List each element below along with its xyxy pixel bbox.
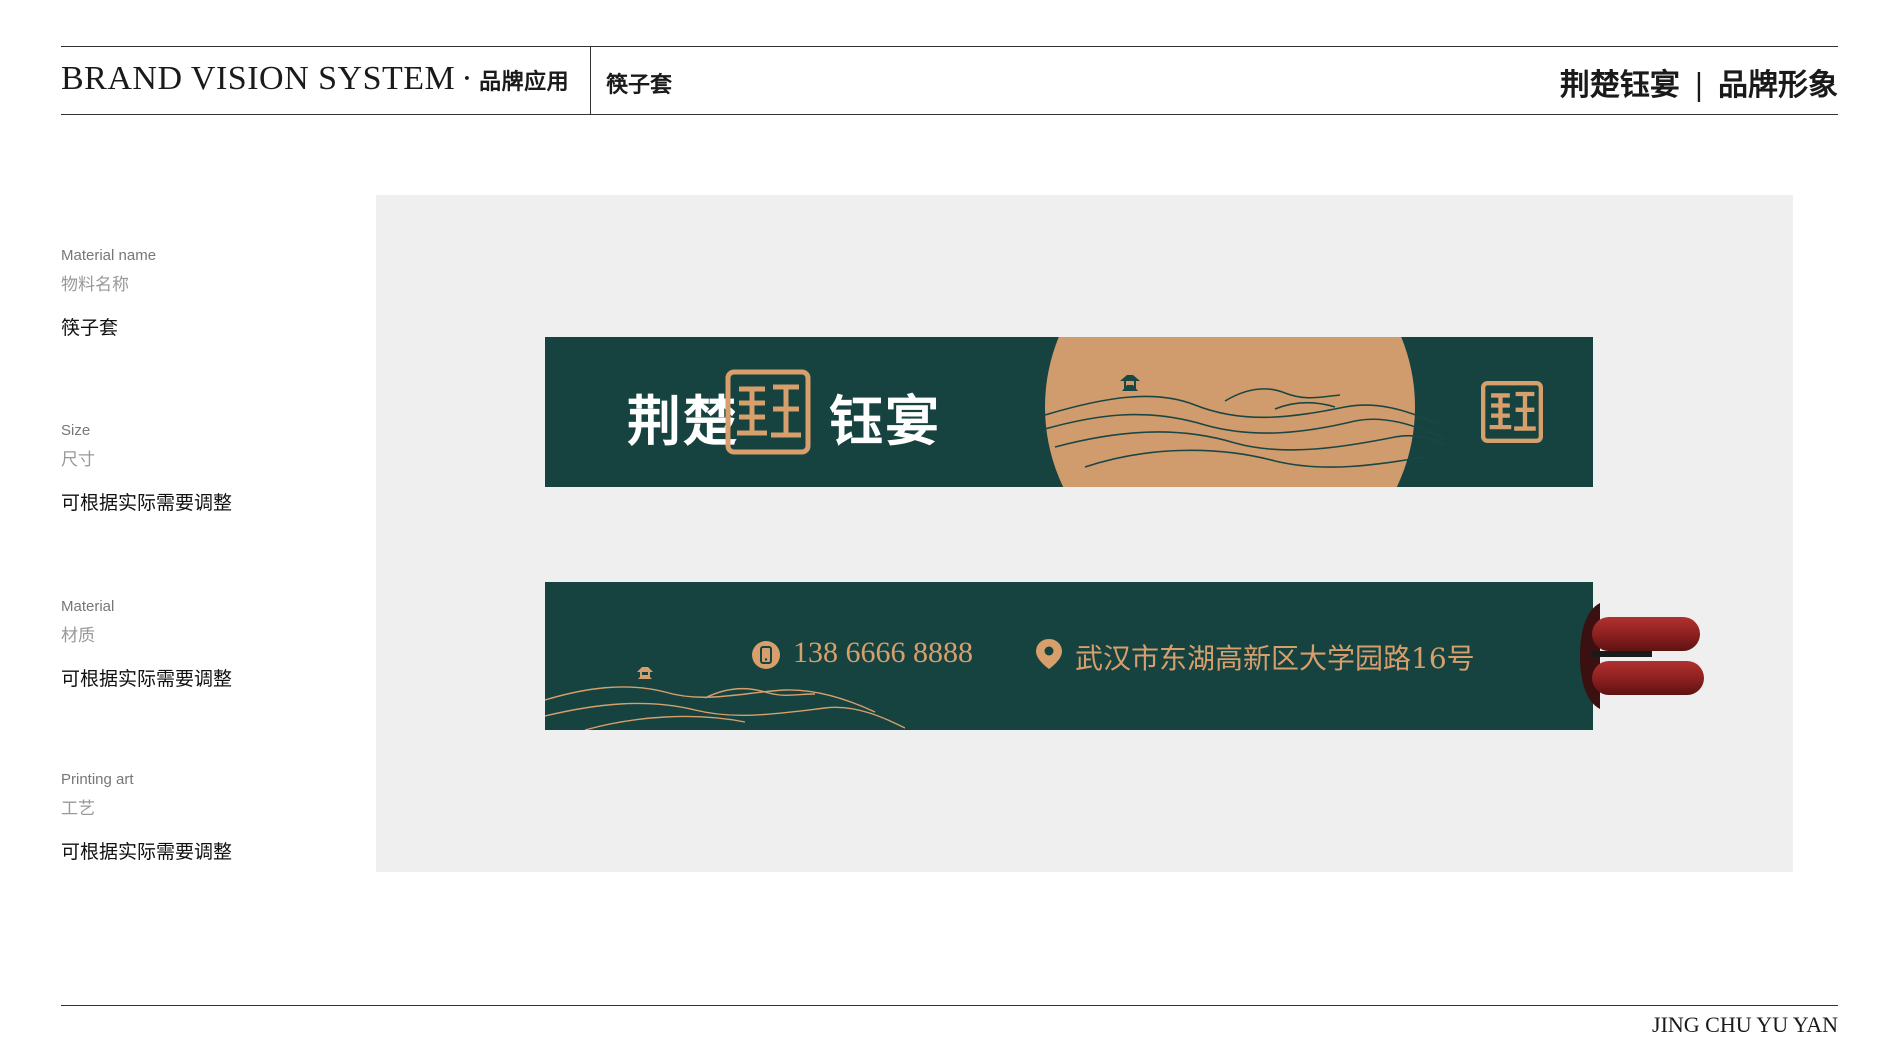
spec-material-name: Material name 物料名称 筷子套 (61, 247, 156, 340)
header-brand: 荆楚钰宴 | 品牌形象 (1560, 60, 1838, 104)
location-pin-icon (1036, 639, 1062, 669)
yu-seal-icon-small (1481, 381, 1543, 443)
spec-value: 可根据实际需要调整 (61, 492, 233, 514)
mockup-panel (376, 195, 1793, 872)
spec-label-cn: 物料名称 (61, 275, 129, 295)
spec-value: 筷子套 (61, 317, 119, 339)
header-brand-name: 荆楚钰宴 (1559, 68, 1680, 103)
logo-text-left: 荆楚 (627, 390, 739, 453)
header-brand-separator: | (1693, 68, 1704, 103)
header-title: BRAND VISION SYSTEM · 品牌应用 (61, 60, 569, 98)
phone-icon (752, 641, 780, 669)
spec-material: Material 材质 可根据实际需要调整 (61, 598, 232, 691)
header-bottom-rule (61, 114, 1838, 115)
spec-value: 可根据实际需要调整 (61, 668, 233, 690)
spec-label-cn: 尺寸 (61, 450, 95, 470)
spec-label-en: Material name (61, 247, 157, 264)
header-section: 筷子套 (606, 72, 673, 98)
spec-label-cn: 工艺 (61, 799, 95, 819)
header-category: 品牌应用 (479, 69, 570, 94)
footer-rule (61, 1005, 1838, 1006)
pavilion-icon (637, 667, 653, 679)
spec-size: Size 尺寸 可根据实际需要调整 (61, 422, 232, 515)
header-divider (590, 46, 591, 114)
spec-label-en: Material (61, 598, 115, 615)
phone-number: 138 6666 8888 (793, 636, 973, 669)
chopsticks-illustration (1580, 603, 1704, 709)
header-title-en: BRAND VISION SYSTEM (61, 60, 456, 97)
spec-label-en: Size (61, 422, 91, 439)
spec-printing-art: Printing art 工艺 可根据实际需要调整 (61, 771, 232, 864)
header-brand-sub: 品牌形象 (1718, 68, 1838, 103)
yu-seal-icon (725, 369, 811, 455)
spec-value: 可根据实际需要调整 (61, 841, 233, 863)
logo-text-right: 钰宴 (829, 390, 941, 453)
chopstick-sleeve-back: 138 6666 8888 武汉市东湖高新区大学园路16号 (545, 582, 1593, 730)
footer-brand-text: JING CHU YU YAN (1652, 1012, 1838, 1037)
chopstick-sleeve-front: 荆楚 钰宴 (545, 337, 1593, 487)
spec-label-cn: 材质 (61, 626, 95, 646)
header-dot: · (461, 60, 474, 97)
spec-label-en: Printing art (61, 771, 134, 788)
header-top-rule (61, 46, 1838, 47)
address: 武汉市东湖高新区大学园路16号 (1075, 642, 1475, 675)
sun-landscape-illustration (1045, 337, 1445, 487)
